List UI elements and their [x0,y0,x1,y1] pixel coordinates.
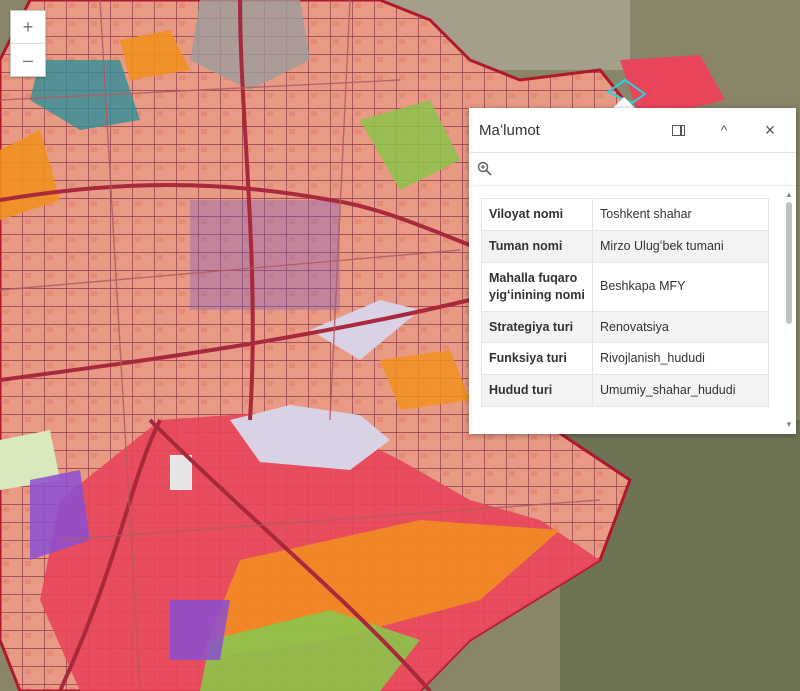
scroll-up-arrow[interactable]: ▲ [784,190,794,200]
attribute-table: Viloyat nomi Toshkent shahar Tuman nomi Mir… [481,198,769,408]
attribute-row: Mahalla fuqaro yigʻinining nomi Beshkapa … [481,261,769,312]
attribute-key: Hudud turi [481,374,593,408]
popup-scrollbar[interactable]: ▲ ▼ [784,190,794,430]
scroll-thumb[interactable] [786,202,792,324]
public-zone-south [170,600,230,660]
zoom-out-button[interactable]: – [11,43,45,76]
attribute-row: Tuman nomi Mirzo Ulugʻbek tumani [481,229,769,263]
attribute-value: Renovatsiya [592,310,769,344]
scroll-down-arrow[interactable]: ▼ [784,420,794,430]
popup-actions [469,153,796,186]
zoom-to-button[interactable] [477,161,493,177]
attribute-value: Toshkent shahar [592,198,769,231]
dock-icon [671,124,685,136]
attribute-row: Strategiya turi Renovatsiya [481,310,769,344]
dock-button[interactable] [662,114,694,146]
attribute-row: Hudud turi Umumiy_shahar_hududi [481,374,769,408]
zoom-in-button[interactable]: + [11,11,45,43]
attribute-key: Viloyat nomi [481,198,593,231]
attribute-value: Mirzo Ulugʻbek tumani [592,229,769,263]
feature-popup: Maʻlumot ^ × Viloyat nomi Toshkent shahar… [469,108,796,434]
close-icon: × [764,119,776,140]
collapse-button[interactable]: ^ [708,114,740,146]
attribute-value: Umumiy_shahar_hududi [592,374,769,408]
popup-header: Maʻlumot ^ × [469,108,796,153]
attribute-key: Mahalla fuqaro yigʻinining nomi [481,261,593,312]
close-button[interactable]: × [754,114,786,146]
chevron-up-icon: ^ [720,122,728,138]
attribute-key: Funksiya turi [481,342,593,376]
attribute-key: Strategiya turi [481,310,593,344]
popup-title: Maʻlumot [479,121,540,139]
zoom-control: + – [10,10,46,77]
attribute-value: Rivojlanish_hududi [592,342,769,376]
popup-body[interactable]: Viloyat nomi Toshkent shahar Tuman nomi Mir… [469,186,796,434]
central-district [190,200,340,310]
attribute-row: Funksiya turi Rivojlanish_hududi [481,342,769,376]
attribute-row: Viloyat nomi Toshkent shahar [481,198,769,231]
attribute-value: Beshkapa MFY [592,261,769,312]
zoom-to-icon [477,161,492,176]
attribute-key: Tuman nomi [481,229,593,263]
